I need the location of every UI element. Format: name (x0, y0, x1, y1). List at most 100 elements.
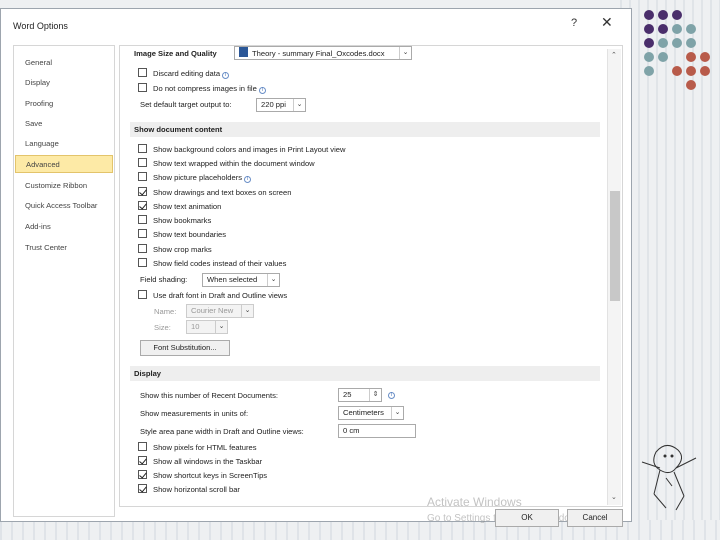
units-value: Centimeters (343, 408, 384, 417)
option-label: Show horizontal scroll bar (153, 485, 240, 494)
info-icon: i (222, 72, 230, 79)
option-row[interactable]: Use draft font in Draft and Outline view… (138, 290, 287, 302)
field-shading-value: When selected (207, 275, 258, 284)
option-row[interactable]: Show field codes instead of their values (138, 258, 286, 270)
option-row[interactable]: Show shortcut keys in ScreenTips (138, 470, 267, 482)
image-size-section-title: Image Size and Quality (134, 49, 217, 58)
font-size-label: Size: (154, 323, 171, 332)
chevron-down-icon: ⌄ (241, 305, 253, 317)
option-row[interactable]: Show text animation (138, 201, 221, 213)
option-row[interactable]: Show bookmarks (138, 215, 211, 227)
option-row[interactable]: Show pixels for HTML features (138, 442, 257, 454)
nav-item-save[interactable]: Save (15, 115, 113, 133)
default-resolution-select[interactable]: 220 ppi ⌄ (256, 98, 306, 112)
option-label: Show pixels for HTML features (153, 443, 257, 452)
activation-watermark-title: Activate Windows (427, 495, 522, 509)
option-row[interactable]: Show text wrapped within the document wi… (138, 158, 315, 170)
draft-font-size-value: 10 (191, 322, 200, 331)
option-checkbox[interactable] (138, 484, 147, 493)
draft-font-name-value: Courier New (191, 306, 234, 315)
option-label: Show bookmarks (153, 216, 212, 225)
default-resolution-value: 220 ppi (261, 100, 286, 109)
font-substitution-button[interactable]: Font Substitution... (140, 340, 230, 356)
option-checkbox[interactable] (138, 258, 147, 267)
chevron-down-icon: ⌄ (267, 274, 279, 286)
no-compress-label: Do not compress images in file (153, 84, 257, 93)
font-name-label: Name: (154, 307, 177, 316)
content-scrollbar[interactable]: ⌃ ⌄ (607, 49, 621, 505)
nav-item-advanced[interactable]: Advanced (15, 155, 113, 173)
nav-item-general[interactable]: General (15, 54, 113, 72)
option-row[interactable]: Show background colors and images in Pri… (138, 144, 345, 156)
scrollbar-thumb[interactable] (610, 191, 620, 301)
scroll-down-icon[interactable]: ⌄ (611, 493, 617, 501)
ok-button[interactable]: OK (495, 509, 559, 527)
spinner-arrows-icon: ⇕ (369, 389, 381, 401)
option-checkbox[interactable] (138, 229, 147, 238)
option-row[interactable]: Show text boundaries (138, 229, 226, 241)
option-checkbox[interactable] (138, 144, 147, 153)
field-shading-select[interactable]: When selected ⌄ (202, 273, 280, 287)
nav-item-quick-access-toolbar[interactable]: Quick Access Toolbar (15, 197, 113, 215)
option-row[interactable]: Show drawings and text boxes on screen (138, 187, 291, 199)
option-label: Show shortcut keys in ScreenTips (153, 471, 268, 480)
nav-item-customize-ribbon[interactable]: Customize Ribbon (15, 177, 113, 195)
draft-font-label: Use draft font in Draft and Outline view… (153, 291, 288, 300)
cancel-button[interactable]: Cancel (567, 509, 623, 527)
option-label: Show text boundaries (153, 230, 227, 239)
info-icon: i (244, 176, 252, 183)
discard-editing-data[interactable]: Discard editing data i (138, 68, 230, 80)
option-row[interactable]: Show all windows in the Taskbar (138, 456, 262, 468)
option-label: Show text animation (153, 202, 222, 211)
scroll-up-icon[interactable]: ⌃ (611, 51, 617, 59)
nav-item-trust-center[interactable]: Trust Center (15, 239, 113, 257)
default-resolution-label: Set default target output to: (140, 100, 232, 109)
nav-item-add-ins[interactable]: Add-ins (15, 218, 113, 236)
options-content: Image Size and Quality Theory - summary … (119, 45, 623, 507)
discard-editing-checkbox[interactable] (138, 68, 147, 77)
recent-docs-value: 25 (343, 390, 352, 399)
dialog-title: Word Options (13, 21, 68, 31)
options-nav: General Display Proofing Save Language A… (13, 45, 115, 517)
image-document-select[interactable]: Theory - summary Final_Oxcodes.docx ⌄ (234, 46, 412, 60)
option-checkbox[interactable] (138, 470, 147, 479)
option-checkbox[interactable] (138, 244, 147, 253)
chevron-down-icon: ⌄ (391, 407, 403, 419)
option-checkbox[interactable] (138, 215, 147, 224)
option-label: Show drawings and text boxes on screen (153, 188, 292, 197)
option-checkbox[interactable] (138, 456, 147, 465)
style-area-input[interactable]: 0 cm (338, 424, 416, 438)
info-icon: i (258, 87, 266, 94)
field-shading-label: Field shading: (140, 275, 188, 284)
option-checkbox[interactable] (138, 201, 147, 210)
option-label: Show all windows in the Taskbar (153, 457, 263, 466)
draft-font-size-select[interactable]: 10 ⌄ (186, 320, 228, 334)
chevron-down-icon: ⌄ (293, 99, 305, 111)
no-compress-checkbox[interactable] (138, 83, 147, 92)
option-row[interactable]: Show crop marks (138, 244, 212, 256)
discard-editing-label: Discard editing data (153, 69, 221, 78)
do-not-compress-images[interactable]: Do not compress images in file i (138, 83, 266, 95)
word-doc-icon (239, 47, 248, 57)
nav-item-display[interactable]: Display (15, 74, 113, 92)
option-checkbox[interactable] (138, 172, 147, 181)
word-options-dialog: Word Options ? ✕ General Display Proofin… (0, 8, 632, 527)
units-select[interactable]: Centimeters ⌄ (338, 406, 404, 420)
option-checkbox[interactable] (138, 187, 147, 196)
option-label: Show crop marks (153, 245, 212, 254)
info-icon: i (388, 392, 395, 399)
option-row[interactable]: Show picture placeholders i (138, 172, 252, 184)
option-checkbox[interactable] (138, 158, 147, 167)
style-area-value: 0 cm (343, 426, 360, 435)
option-label: Show picture placeholders (153, 173, 243, 182)
close-button[interactable]: ✕ (601, 14, 613, 31)
nav-item-language[interactable]: Language (15, 135, 113, 153)
draft-font-name-select[interactable]: Courier New ⌄ (186, 304, 254, 318)
recent-docs-spinner[interactable]: 25 ⇕ (338, 388, 382, 402)
image-document-value: Theory - summary Final_Oxcodes.docx (252, 49, 385, 58)
nav-item-proofing[interactable]: Proofing (15, 95, 113, 113)
draft-font-checkbox[interactable] (138, 290, 147, 299)
option-checkbox[interactable] (138, 442, 147, 451)
help-button[interactable]: ? (571, 17, 577, 29)
option-row[interactable]: Show horizontal scroll bar (138, 484, 240, 496)
